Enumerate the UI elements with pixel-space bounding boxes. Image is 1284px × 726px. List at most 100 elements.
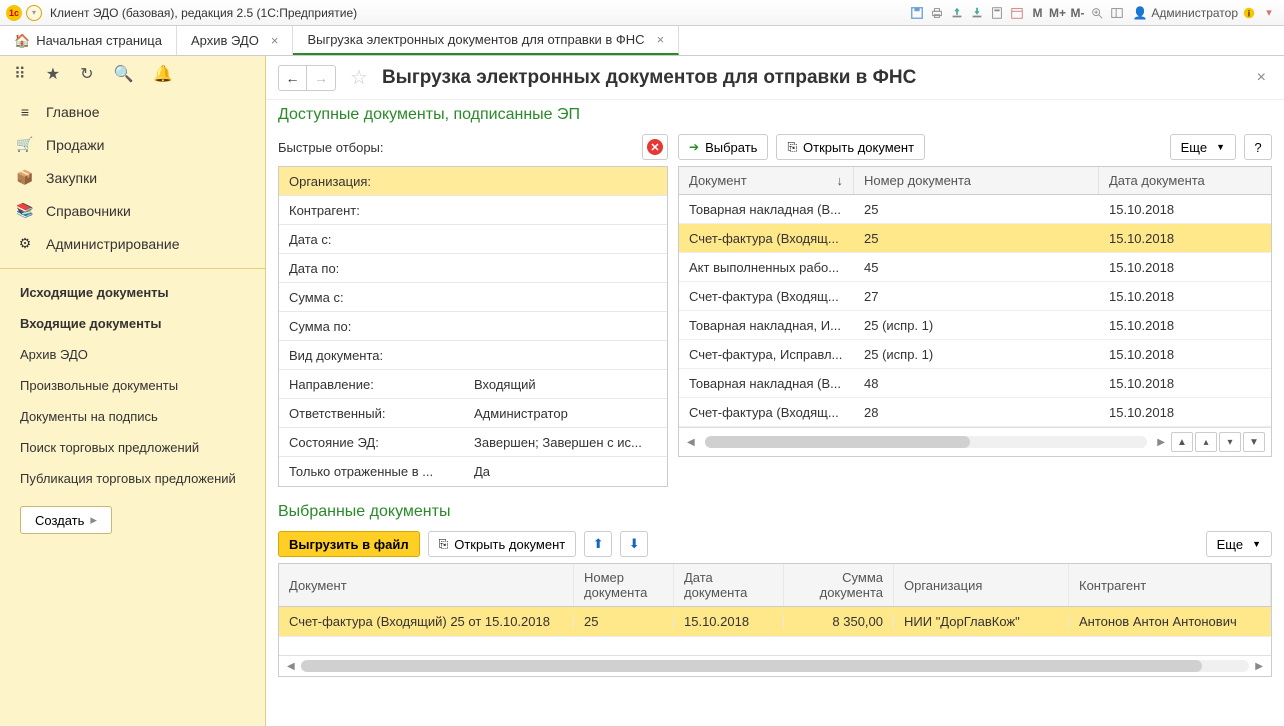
nav-sales[interactable]: 🛒Продажи [0,128,265,161]
move-up-button[interactable]: ⬆ [584,531,612,557]
m-button[interactable]: M [1028,4,1046,22]
close-icon[interactable]: × [657,32,665,47]
grid-top-button[interactable]: ▲ [1171,432,1193,452]
table-row[interactable]: Акт выполненных рабо...4515.10.2018 [679,253,1271,282]
nav-refs[interactable]: 📚Справочники [0,194,265,227]
subnav-tosign[interactable]: Документы на подпись [0,401,265,432]
nav-label: Главное [46,104,100,120]
open-document-button-2[interactable]: ⎘Открыть документ [428,531,577,557]
h-scrollbar[interactable] [301,660,1250,672]
grid-bottom-button[interactable]: ▼ [1243,432,1265,452]
tab-archive[interactable]: Архив ЭДО × [177,26,293,55]
subnav-publish-offers[interactable]: Публикация торговых предложений [0,463,265,494]
menu-arrow-icon[interactable]: ▾ [1260,4,1278,22]
select-button[interactable]: ➔Выбрать [678,134,768,160]
nav-admin[interactable]: ⚙Администрирование [0,227,265,260]
table-row[interactable]: Счет-фактура (Входящ...2815.10.2018 [679,398,1271,427]
filter-row[interactable]: Ответственный:Администратор [279,399,667,428]
tab-export-fns[interactable]: Выгрузка электронных документов для отпр… [293,26,679,55]
col-org[interactable]: Организация [894,564,1069,606]
cell: Товарная накладная (В... [679,202,854,217]
scroll-right-icon[interactable]: ▶ [1155,437,1167,448]
tab-home[interactable]: 🏠 Начальная страница [0,26,177,55]
col-sum[interactable]: Сумма документа [784,564,894,606]
nav-main[interactable]: ≡Главное [0,96,265,128]
cell: 25 (испр. 1) [854,318,1099,333]
section-selected-title: Выбранные документы [278,503,1272,521]
button-label: Открыть документ [803,140,914,155]
tabs-bar: 🏠 Начальная страница Архив ЭДО × Выгрузк… [0,26,1284,56]
panels-icon[interactable] [1108,4,1126,22]
subnav-search-offers[interactable]: Поиск торговых предложений [0,432,265,463]
download-icon[interactable] [968,4,986,22]
zoom-icon[interactable] [1088,4,1106,22]
save-icon[interactable] [908,4,926,22]
info-icon[interactable]: i [1240,4,1258,22]
dropdown-icon[interactable]: ▾ [26,5,42,21]
col-document[interactable]: Документ [279,564,574,606]
apps-icon[interactable]: ⠿ [14,64,26,84]
export-to-file-button[interactable]: Выгрузить в файл [278,531,420,557]
grid-down-button[interactable]: ▾ [1219,432,1241,452]
scroll-right-icon[interactable]: ▶ [1253,661,1265,672]
open-document-button[interactable]: ⎘Открыть документ [776,134,925,160]
table-row[interactable]: Счет-фактура (Входящий) 25 от 15.10.2018… [279,607,1271,637]
filter-row[interactable]: Вид документа: [279,341,667,370]
h-scrollbar[interactable] [705,436,1148,448]
m-minus-button[interactable]: M- [1068,4,1086,22]
more-button[interactable]: Еще▼ [1170,134,1236,160]
subnav-arbitrary[interactable]: Произвольные документы [0,370,265,401]
col-contractor[interactable]: Контрагент [1069,564,1271,606]
filter-row[interactable]: Организация: [279,167,667,196]
close-page-button[interactable]: × [1251,69,1272,87]
table-row[interactable]: Счет-фактура (Входящ...2715.10.2018 [679,282,1271,311]
table-row[interactable]: Счет-фактура (Входящ...2515.10.2018 [679,224,1271,253]
clear-filters-button[interactable]: ✕ [642,134,668,160]
create-button[interactable]: Создать▸ [20,506,112,534]
cell: Антонов Антон Антонович [1069,614,1271,629]
current-user[interactable]: 👤 Администратор [1132,6,1238,20]
more-button-2[interactable]: Еще▼ [1206,531,1272,557]
col-number[interactable]: Номер документа [854,167,1099,194]
history-icon[interactable]: ↻ [80,64,93,84]
print-icon[interactable] [928,4,946,22]
table-row[interactable]: Товарная накладная (В...2515.10.2018 [679,195,1271,224]
filter-row[interactable]: Сумма с: [279,283,667,312]
chevron-right-icon: ▸ [90,512,97,528]
col-number[interactable]: Номер документа [574,564,674,606]
favorites-icon[interactable]: ★ [46,64,60,84]
col-date[interactable]: Дата документа [674,564,784,606]
close-icon[interactable]: × [271,33,279,48]
filter-row[interactable]: Сумма по: [279,312,667,341]
table-row[interactable]: Счет-фактура, Исправл...25 (испр. 1)15.1… [679,340,1271,369]
subnav-incoming[interactable]: Входящие документы [0,308,265,339]
calendar-icon[interactable] [1008,4,1026,22]
scroll-left-icon[interactable]: ◀ [685,437,697,448]
help-button[interactable]: ? [1244,134,1272,160]
filter-value: Входящий [464,377,667,392]
subnav-outgoing[interactable]: Исходящие документы [0,277,265,308]
col-date[interactable]: Дата документа [1099,167,1271,194]
move-down-button[interactable]: ⬇ [620,531,648,557]
filter-row[interactable]: Дата с: [279,225,667,254]
m-plus-button[interactable]: M+ [1048,4,1066,22]
upload-icon[interactable] [948,4,966,22]
nav-purchases[interactable]: 📦Закупки [0,161,265,194]
col-document[interactable]: Документ↓ [679,167,854,194]
notifications-icon[interactable]: 🔔 [153,64,173,84]
table-row[interactable]: Товарная накладная (В...4815.10.2018 [679,369,1271,398]
back-button[interactable]: ← [279,66,307,90]
table-row[interactable]: Товарная накладная, И...25 (испр. 1)15.1… [679,311,1271,340]
subnav-archive[interactable]: Архив ЭДО [0,339,265,370]
scroll-left-icon[interactable]: ◀ [285,661,297,672]
favorite-star-icon[interactable]: ☆ [350,65,368,90]
grid-up-button[interactable]: ▴ [1195,432,1217,452]
filter-row[interactable]: Дата по: [279,254,667,283]
forward-button[interactable]: → [307,66,335,90]
calculator-icon[interactable] [988,4,1006,22]
search-icon[interactable]: 🔍 [113,64,133,84]
filter-row[interactable]: Состояние ЭД:Завершен; Завершен с ис... [279,428,667,457]
filter-row[interactable]: Направление:Входящий [279,370,667,399]
filter-row[interactable]: Контрагент: [279,196,667,225]
filter-row[interactable]: Только отраженные в ...Да [279,457,667,486]
